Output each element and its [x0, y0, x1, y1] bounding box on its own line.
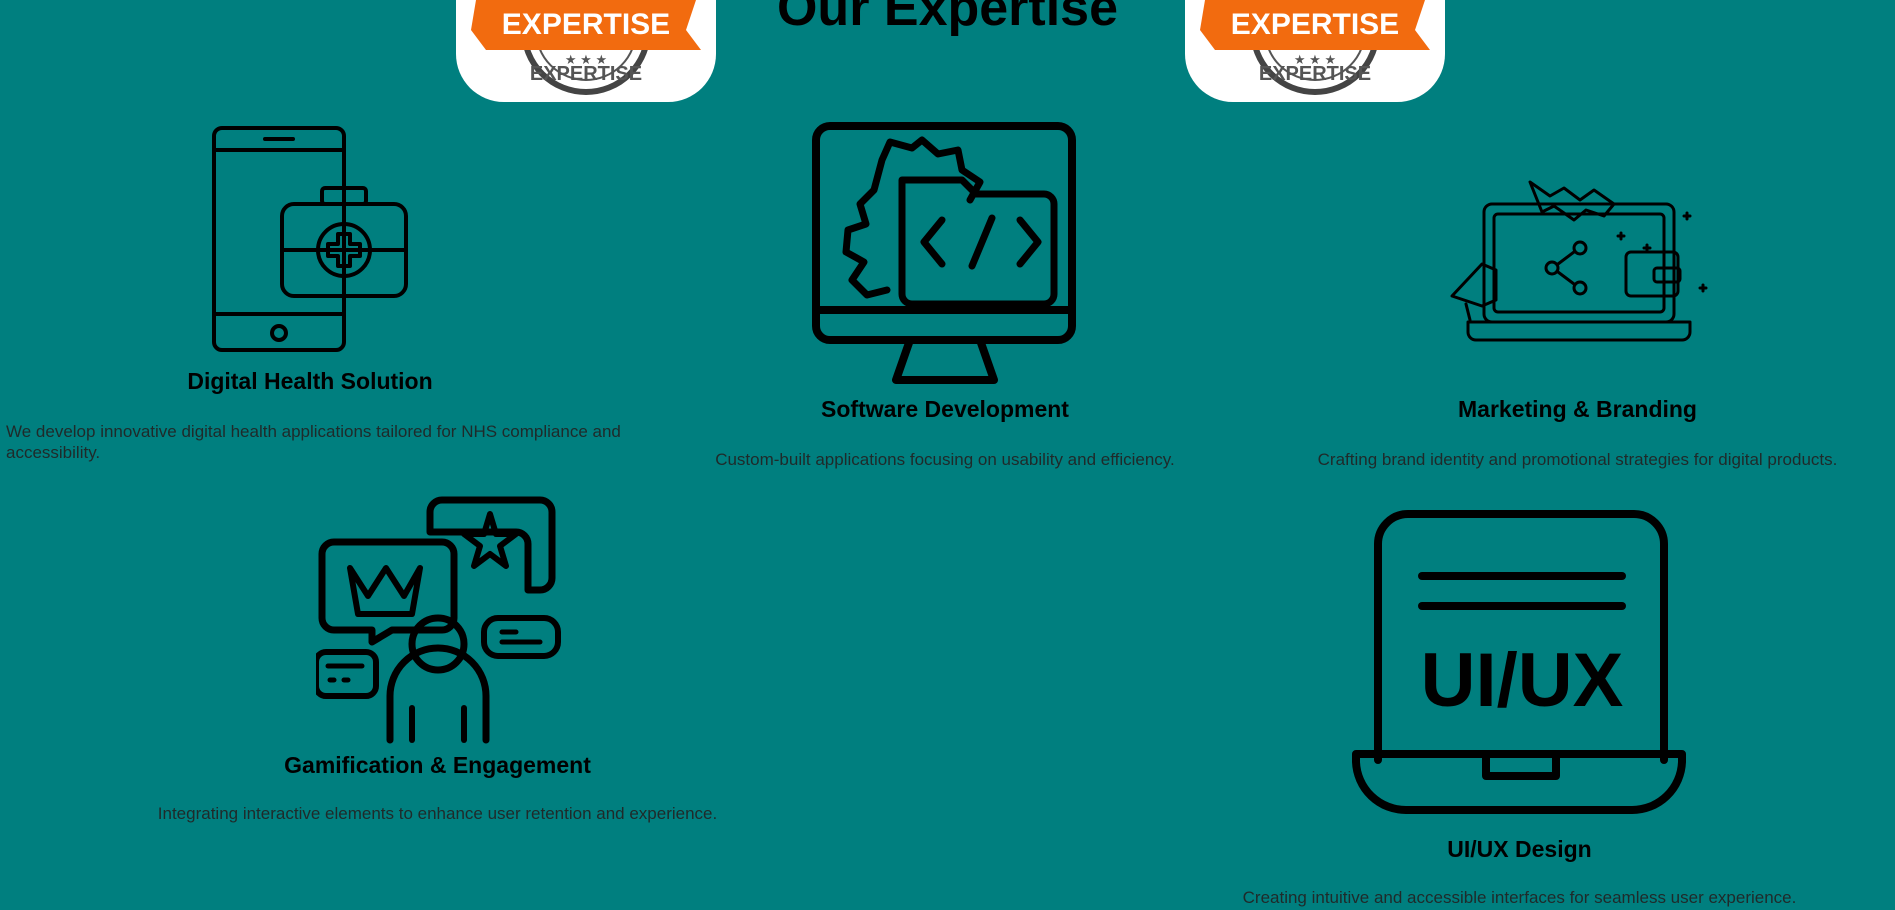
laptop-uiux-icon: UI/UX	[1350, 510, 1692, 814]
service-title-uiux-design: UI/UX Design	[1447, 836, 1592, 862]
service-title-marketing-branding: Marketing & Branding	[1458, 396, 1697, 422]
expertise-badge-right: ★ ★ ★ EXPERTISE EXPERTISE	[1185, 0, 1445, 102]
laptop-marketing-handshake-icon	[1448, 164, 1708, 344]
service-desc-digital-health: We develop innovative digital health app…	[6, 422, 621, 462]
service-title-gamification: Gamification & Engagement	[284, 752, 591, 778]
service-desc-marketing-branding: Crafting brand identity and promotional …	[1317, 450, 1838, 469]
service-desc-software-development: Custom-built applications focusing on us…	[715, 450, 1175, 469]
mobile-medical-kit-icon	[210, 124, 420, 354]
svg-text:UI/UX: UI/UX	[1421, 638, 1624, 723]
page-title: Our Expertise	[776, 0, 1119, 37]
svg-text:EXPERTISE: EXPERTISE	[1231, 8, 1399, 41]
user-chat-badges-icon	[316, 496, 566, 744]
service-title-software-development: Software Development	[821, 396, 1069, 422]
svg-text:EXPERTISE: EXPERTISE	[530, 63, 642, 85]
service-desc-uiux-design: Creating intuitive and accessible interf…	[1242, 888, 1797, 907]
svg-text:EXPERTISE: EXPERTISE	[502, 8, 670, 41]
service-desc-gamification: Integrating interactive elements to enha…	[157, 804, 718, 823]
service-title-digital-health: Digital Health Solution	[187, 368, 433, 394]
svg-text:EXPERTISE: EXPERTISE	[1259, 63, 1371, 85]
expertise-badge-left: ★ ★ ★ EXPERTISE EXPERTISE	[456, 0, 716, 102]
monitor-code-gear-icon	[812, 120, 1076, 385]
